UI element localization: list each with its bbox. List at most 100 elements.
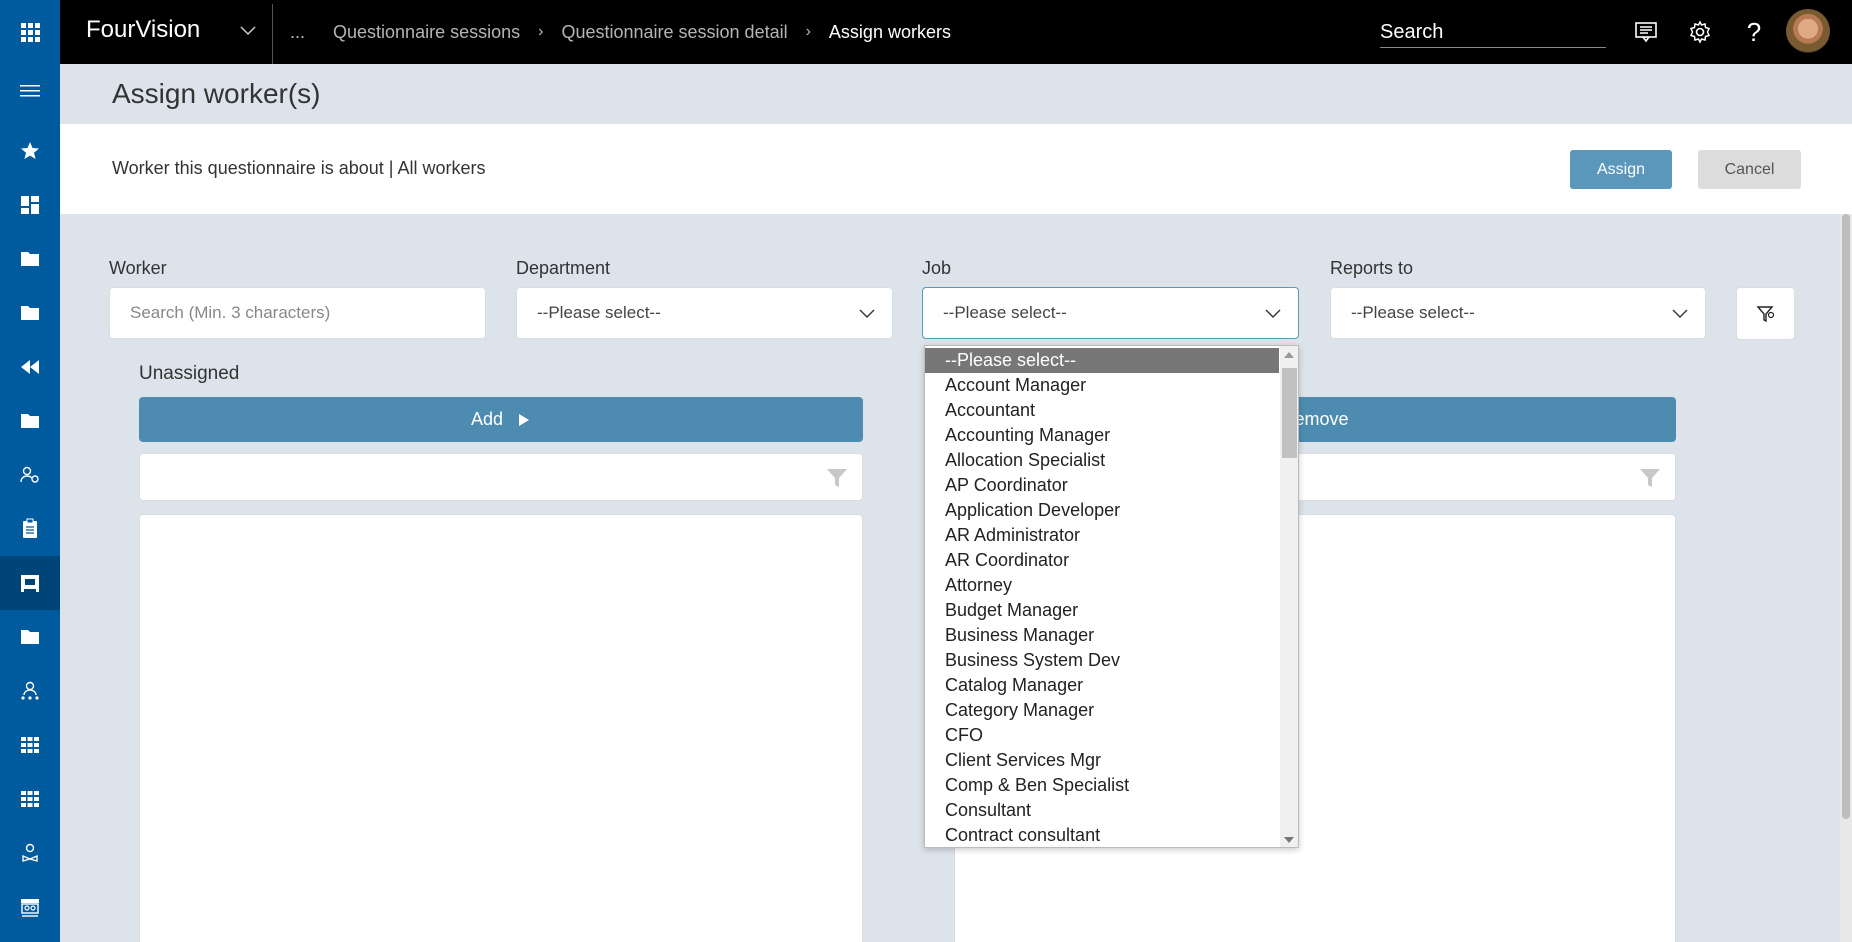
- hamburger-menu-icon: [20, 85, 40, 97]
- job-option[interactable]: Category Manager: [925, 698, 1279, 723]
- page-scrollbar-thumb[interactable]: [1842, 214, 1850, 819]
- play-right-icon: [519, 413, 530, 426]
- chevron-down-icon[interactable]: [238, 20, 258, 40]
- person-learning-icon: [22, 843, 38, 862]
- sidebar-item-learning[interactable]: [0, 826, 60, 880]
- reports-to-select[interactable]: --Please select--: [1330, 287, 1706, 339]
- job-select-value: --Please select--: [943, 303, 1067, 322]
- job-option[interactable]: CFO: [925, 723, 1279, 748]
- sidebar: [0, 64, 60, 942]
- reports-to-label: Reports to: [1330, 258, 1414, 278]
- add-button-label: Add: [470, 409, 504, 429]
- folder-icon: [21, 252, 39, 266]
- job-option[interactable]: Catalog Manager: [925, 673, 1279, 698]
- filter-clear-icon: [1755, 305, 1774, 322]
- page-header: Assign worker(s): [60, 64, 1852, 124]
- sidebar-item-sessions[interactable]: [0, 556, 60, 610]
- store-icon: [21, 899, 39, 917]
- sidebar-item-people-settings[interactable]: [0, 448, 60, 502]
- job-select[interactable]: --Please select--: [922, 287, 1299, 339]
- worker-label: Worker: [109, 258, 167, 278]
- job-option[interactable]: --Please select--: [925, 348, 1279, 373]
- sidebar-toggle-button[interactable]: [0, 64, 60, 118]
- settings-gear-icon[interactable]: [1686, 18, 1714, 46]
- chevron-down-icon: [859, 309, 875, 318]
- chevron-right-icon: ›: [538, 23, 544, 40]
- sidebar-item-folder-4[interactable]: [0, 610, 60, 664]
- department-label: Department: [516, 258, 611, 278]
- sidebar-item-folder-2[interactable]: [0, 286, 60, 340]
- page-title: Assign worker(s): [112, 78, 321, 109]
- job-option[interactable]: Comp & Ben Specialist: [925, 773, 1279, 798]
- divider: [272, 4, 273, 64]
- sidebar-item-folder-3[interactable]: [0, 394, 60, 448]
- user-avatar[interactable]: [1786, 9, 1830, 53]
- sidebar-item-store[interactable]: [0, 880, 60, 934]
- job-option[interactable]: Account Manager: [925, 373, 1279, 398]
- add-button[interactable]: Add: [139, 397, 863, 442]
- rewind-icon: [21, 360, 39, 374]
- feedback-icon[interactable]: [1632, 18, 1660, 46]
- help-question-icon[interactable]: ?: [1740, 17, 1768, 47]
- job-option[interactable]: Contract consultant: [925, 823, 1279, 847]
- app-launcher-button[interactable]: [0, 0, 60, 64]
- job-option[interactable]: Accounting Manager: [925, 423, 1279, 448]
- department-select[interactable]: --Please select--: [516, 287, 893, 339]
- sidebar-item-dashboard[interactable]: [0, 178, 60, 232]
- presentation-board-icon: [21, 575, 39, 592]
- unassigned-workers-list[interactable]: [139, 514, 863, 942]
- sidebar-item-folder-1[interactable]: [0, 232, 60, 286]
- job-option[interactable]: Client Services Mgr: [925, 748, 1279, 773]
- job-label: Job: [922, 258, 952, 278]
- job-option[interactable]: AR Coordinator: [925, 548, 1279, 573]
- job-option[interactable]: AR Administrator: [925, 523, 1279, 548]
- job-option[interactable]: Attorney: [925, 573, 1279, 598]
- chevron-right-icon: ›: [805, 23, 811, 40]
- favorites-star-icon: [21, 142, 39, 159]
- breadcrumb-questionnaire-session-detail[interactable]: Questionnaire session detail: [561, 22, 787, 43]
- chevron-down-icon: [1265, 309, 1281, 318]
- breadcrumb: ... Questionnaire sessions › Questionnai…: [290, 0, 951, 64]
- action-bar: Worker this questionnaire is about | All…: [60, 124, 1852, 214]
- unassigned-filter-input[interactable]: [139, 453, 863, 501]
- job-option[interactable]: AP Coordinator: [925, 473, 1279, 498]
- job-option[interactable]: Business System Dev: [925, 648, 1279, 673]
- global-search-input[interactable]: Search: [1380, 18, 1606, 48]
- people-rating-icon: [21, 681, 39, 700]
- sidebar-item-favorites[interactable]: [0, 124, 60, 178]
- sidebar-item-recent[interactable]: [0, 340, 60, 394]
- unassigned-label: Unassigned: [139, 363, 240, 384]
- breadcrumb-questionnaire-sessions[interactable]: Questionnaire sessions: [333, 22, 520, 43]
- assign-button[interactable]: Assign: [1570, 150, 1672, 189]
- brand-name[interactable]: FourVision: [86, 16, 200, 44]
- sidebar-item-apps-1[interactable]: [0, 718, 60, 772]
- dashboard-tiles-icon: [21, 196, 39, 214]
- clear-filters-button[interactable]: [1736, 287, 1795, 340]
- cancel-button[interactable]: Cancel: [1698, 150, 1801, 189]
- department-select-value: --Please select--: [537, 303, 661, 322]
- chevron-down-icon: [1672, 309, 1688, 318]
- job-option[interactable]: Business Manager: [925, 623, 1279, 648]
- worker-search-input[interactable]: Search (Min. 3 characters): [109, 287, 486, 339]
- breadcrumb-ellipsis[interactable]: ...: [290, 22, 305, 43]
- dropdown-scrollbar[interactable]: [1280, 346, 1298, 847]
- job-option[interactable]: Allocation Specialist: [925, 448, 1279, 473]
- folder-icon: [21, 630, 39, 644]
- breadcrumb-assign-workers: Assign workers: [828, 21, 951, 42]
- sidebar-item-questionnaires[interactable]: [0, 502, 60, 556]
- sidebar-item-apps-2[interactable]: [0, 772, 60, 826]
- scroll-up-arrow-icon[interactable]: [1284, 352, 1294, 358]
- top-bar: FourVision ... Questionnaire sessions › …: [0, 0, 1852, 64]
- funnel-icon: [827, 469, 847, 487]
- scroll-down-arrow-icon[interactable]: [1284, 837, 1294, 843]
- job-option[interactable]: Accountant: [925, 398, 1279, 423]
- page-scrollbar[interactable]: [1840, 214, 1852, 942]
- job-option[interactable]: Consultant: [925, 798, 1279, 823]
- job-option[interactable]: Application Developer: [925, 498, 1279, 523]
- job-options: --Please select-- Account Manager Accounta…: [925, 348, 1279, 847]
- sidebar-item-people-rating[interactable]: [0, 664, 60, 718]
- job-option[interactable]: Budget Manager: [925, 598, 1279, 623]
- questionnaire-scope-text: Worker this questionnaire is about | All…: [112, 158, 486, 178]
- job-dropdown-list[interactable]: --Please select-- Account Manager Accounta…: [924, 345, 1299, 848]
- scrollbar-thumb[interactable]: [1282, 368, 1297, 458]
